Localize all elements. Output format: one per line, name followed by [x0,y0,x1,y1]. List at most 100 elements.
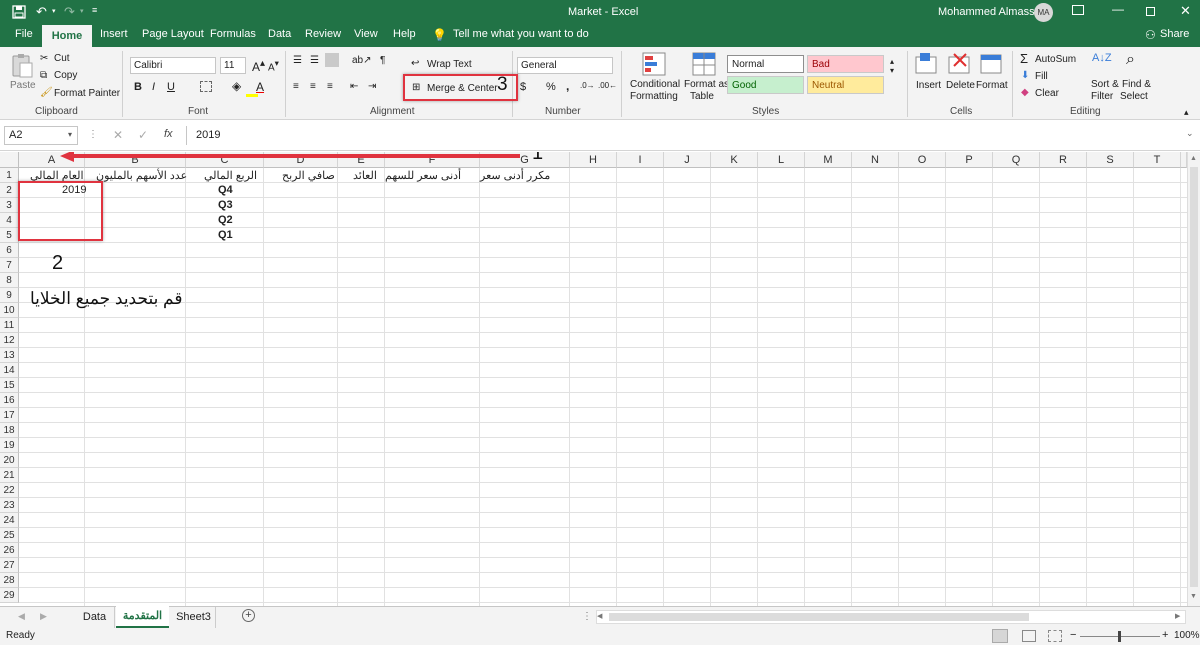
column-header-i[interactable]: I [617,152,664,168]
row-header-21[interactable]: 21 [0,468,19,483]
paste-button[interactable]: Paste [10,80,36,91]
cell-d1[interactable]: صافي الربح [282,169,335,182]
font-name-select[interactable]: Calibri [130,57,216,74]
scroll-left-icon[interactable]: ◀ [597,612,602,620]
close-icon[interactable]: ✕ [1180,3,1191,19]
clear-button[interactable]: Clear [1035,88,1059,99]
fill-icon[interactable]: ⬇ [1021,70,1029,81]
row-header-4[interactable]: 4 [0,213,19,228]
row-header-14[interactable]: 14 [0,363,19,378]
next-sheet-icon[interactable]: ▶ [40,611,47,622]
decrease-font-icon[interactable]: A▾ [268,58,279,73]
zoom-slider-thumb[interactable] [1118,631,1121,642]
avatar[interactable]: MA [1034,3,1053,22]
row-header-5[interactable]: 5 [0,228,19,243]
conditional-formatting-label-1[interactable]: Conditional [630,79,680,90]
cell-c4[interactable]: Q2 [218,214,233,226]
cell-b1[interactable]: عدد الأسهم بالمليون [96,169,187,182]
cell-c5[interactable]: Q1 [218,229,233,241]
sort-filter-label-2[interactable]: Filter [1091,91,1113,102]
rtl-icon[interactable]: ¶ [380,55,385,66]
row-header-8[interactable]: 8 [0,273,19,288]
save-icon[interactable] [12,5,26,22]
row-header-18[interactable]: 18 [0,423,19,438]
tab-help[interactable]: Help [393,28,416,40]
tab-view[interactable]: View [354,28,378,40]
row-header-13[interactable]: 13 [0,348,19,363]
collapse-ribbon-icon[interactable]: ▴ [1184,107,1189,118]
normal-view-icon[interactable] [992,629,1008,643]
styles-scroll-icon[interactable]: ▴ ▾ [890,57,894,75]
find-select-icon[interactable]: ⌕ [1126,51,1135,69]
column-header-l[interactable]: L [758,152,805,168]
scroll-up-icon[interactable]: ▲ [1190,155,1197,162]
formula-input[interactable]: 2019 [196,129,220,141]
row-header-9[interactable]: 9 [0,288,19,303]
restore-icon[interactable] [1146,7,1155,16]
tell-me-box[interactable]: Tell me what you want to do [453,28,589,40]
column-header-s[interactable]: S [1087,152,1134,168]
copy-button[interactable]: Copy [54,70,77,81]
find-select-label-2[interactable]: Select [1120,91,1148,102]
tab-file[interactable]: File [15,28,33,40]
tab-formulas[interactable]: Formulas [210,28,256,40]
row-header-17[interactable]: 17 [0,408,19,423]
cell-c1[interactable]: الربع المالي [204,169,257,182]
row-header-2[interactable]: 2 [0,183,19,198]
insert-cells-icon[interactable] [915,52,937,77]
redo-dropdown-icon[interactable]: ▾ [80,7,84,15]
column-header-j[interactable]: J [664,152,711,168]
sheet-tab-data[interactable]: Data [75,607,115,628]
comma-button[interactable]: , [566,79,569,93]
select-all-button[interactable] [0,152,19,168]
delete-cells-button[interactable]: Delete [946,80,975,91]
number-format-select[interactable]: General [517,57,613,74]
zoom-level[interactable]: 100% [1174,630,1200,641]
sort-filter-icon[interactable]: A↓Z [1092,52,1112,64]
row-header-22[interactable]: 22 [0,483,19,498]
autosum-icon[interactable]: Σ [1020,51,1028,66]
autosum-button[interactable]: AutoSum [1035,54,1076,65]
style-neutral[interactable]: Neutral [807,76,884,94]
tab-insert[interactable]: Insert [100,28,128,40]
expand-formula-icon[interactable]: ⌄ [1186,128,1194,139]
delete-cells-icon[interactable] [948,52,970,77]
row-header-15[interactable]: 15 [0,378,19,393]
row-header-19[interactable]: 19 [0,438,19,453]
row-header-11[interactable]: 11 [0,318,19,333]
bold-button[interactable]: B [134,81,142,93]
page-break-view-icon[interactable] [1048,630,1062,642]
align-middle-icon[interactable]: ☰ [310,55,319,66]
name-box-dropdown-icon[interactable]: ▾ [68,130,72,139]
undo-icon[interactable]: ↶ [36,4,47,20]
tab-data[interactable]: Data [268,28,291,40]
row-header-23[interactable]: 23 [0,498,19,513]
cell-e1[interactable]: العائد [353,169,377,182]
currency-button[interactable]: $ [520,81,526,93]
row-header-26[interactable]: 26 [0,543,19,558]
orientation-icon[interactable]: ab↗ [352,55,372,66]
fill-button[interactable]: Fill [1035,71,1048,82]
wrap-text-button[interactable]: Wrap Text [427,59,472,70]
name-box[interactable]: A2 [4,126,78,145]
ribbon-display-icon[interactable] [1072,5,1084,15]
percent-button[interactable]: % [546,81,556,93]
increase-font-icon[interactable]: A▴ [252,58,265,74]
cell-c3[interactable]: Q3 [218,199,233,211]
style-normal[interactable]: Normal [727,55,804,73]
copy-icon[interactable]: ⧉ [40,70,47,81]
user-name[interactable]: Mohammed Almasseri [938,6,1047,18]
fill-color-icon[interactable]: ◈ [232,79,241,93]
more-sheets-icon[interactable]: ⋮ [582,611,592,622]
format-painter-button[interactable]: Format Painter [54,88,120,99]
prev-sheet-icon[interactable]: ◀ [18,611,25,622]
tab-page-layout[interactable]: Page Layout [142,28,204,40]
increase-decimal-icon[interactable]: .0→ [580,81,595,90]
customize-toolbar-icon[interactable]: ≡ [92,5,97,15]
zoom-out-icon[interactable]: − [1070,629,1076,641]
format-cells-icon[interactable] [980,52,1002,77]
borders-icon[interactable] [200,81,212,92]
row-header-27[interactable]: 27 [0,558,19,573]
align-left-icon[interactable]: ≡ [293,81,299,92]
vertical-scrollbar[interactable]: ▲ ▼ [1187,152,1200,606]
